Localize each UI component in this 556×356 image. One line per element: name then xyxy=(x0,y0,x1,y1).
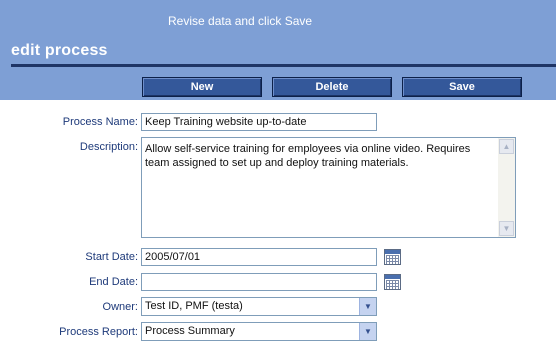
description-scrollbar[interactable]: ▲ ▼ xyxy=(498,138,515,237)
new-button[interactable]: New xyxy=(142,77,262,97)
scroll-up-icon[interactable]: ▲ xyxy=(499,139,514,154)
description-label: Description: xyxy=(79,141,138,153)
delete-button[interactable]: Delete xyxy=(272,77,392,97)
save-button[interactable]: Save xyxy=(402,77,522,97)
chevron-down-icon[interactable]: ▼ xyxy=(359,323,376,340)
description-text: Allow self-service training for employee… xyxy=(145,143,471,169)
end-date-calendar-icon[interactable] xyxy=(384,274,401,290)
owner-label: Owner: xyxy=(102,301,138,313)
instruction-text: Revise data and click Save xyxy=(168,14,313,28)
start-date-input[interactable]: 2005/07/01 xyxy=(141,248,377,266)
description-textarea[interactable]: Allow self-service training for employee… xyxy=(141,137,516,238)
start-date-calendar-icon[interactable] xyxy=(384,249,401,265)
chevron-down-icon[interactable]: ▼ xyxy=(359,298,376,315)
process-report-select[interactable]: Process Summary ▼ xyxy=(141,322,377,341)
scroll-down-icon[interactable]: ▼ xyxy=(499,221,514,236)
header-bar: Revise data and click Save edit process … xyxy=(0,0,556,100)
title-divider xyxy=(11,64,556,67)
end-date-label: End Date: xyxy=(89,276,138,288)
owner-selected-value: Test ID, PMF (testa) xyxy=(145,300,243,312)
process-report-label: Process Report: xyxy=(59,326,138,338)
start-date-label: Start Date: xyxy=(85,251,138,263)
end-date-input[interactable] xyxy=(141,273,377,291)
page-title: edit process xyxy=(11,42,108,59)
process-name-input[interactable]: Keep Training website up-to-date xyxy=(141,113,377,131)
process-report-selected-value: Process Summary xyxy=(145,325,235,337)
owner-select[interactable]: Test ID, PMF (testa) ▼ xyxy=(141,297,377,316)
process-name-label: Process Name: xyxy=(62,116,138,128)
